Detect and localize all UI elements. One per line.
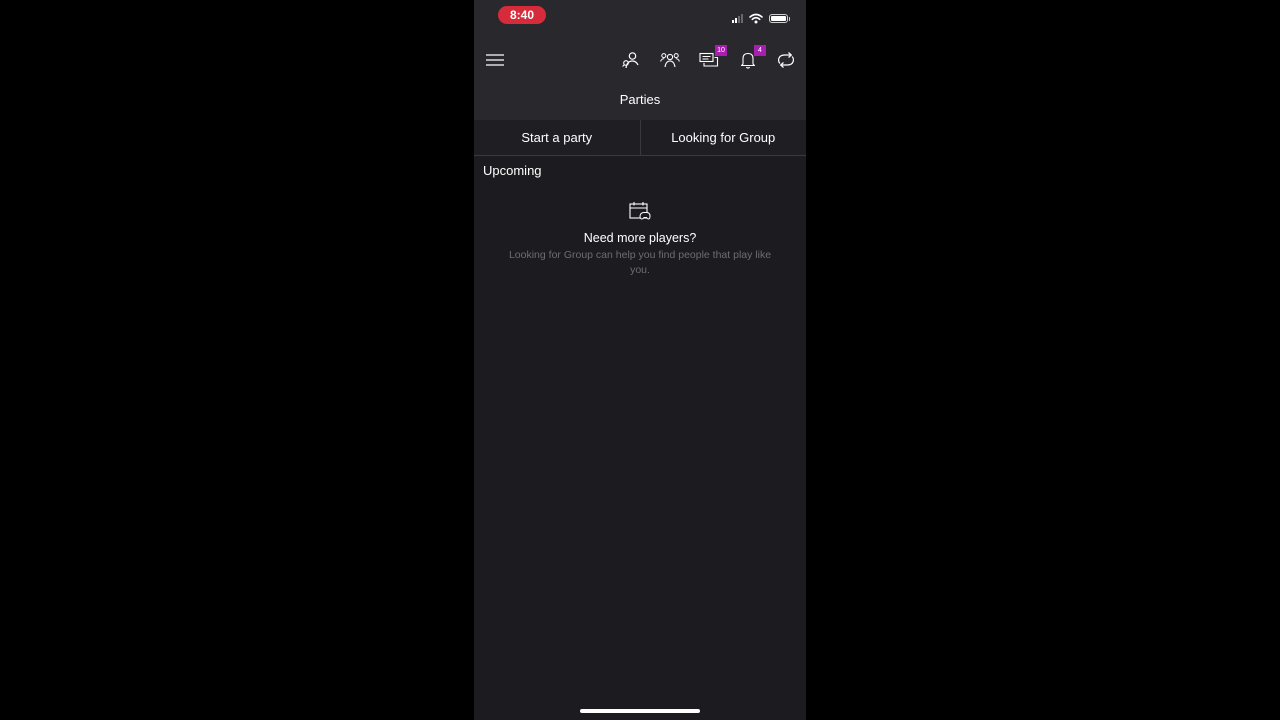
party-button[interactable] bbox=[658, 48, 682, 72]
home-indicator[interactable] bbox=[580, 709, 700, 713]
empty-state-description: Looking for Group can help you find peop… bbox=[508, 249, 772, 276]
hamburger-menu-button[interactable] bbox=[484, 49, 506, 71]
refresh-button[interactable] bbox=[774, 48, 798, 72]
tab-looking-for-group[interactable]: Looking for Group bbox=[639, 120, 806, 155]
app-header: 8:40 10 4 Parties bbox=[474, 0, 806, 120]
group-icon bbox=[660, 53, 680, 68]
battery-icon bbox=[769, 13, 790, 23]
calendar-controller-icon bbox=[629, 202, 651, 220]
status-icons bbox=[732, 11, 790, 25]
friends-button[interactable] bbox=[619, 48, 643, 72]
chat-badge: 10 bbox=[715, 45, 727, 56]
notifications-badge: 4 bbox=[754, 45, 766, 56]
tab-looking-for-group-label: Looking for Group bbox=[671, 130, 776, 145]
status-time: 8:40 bbox=[498, 6, 546, 24]
messages-button[interactable]: 10 bbox=[697, 45, 727, 72]
tab-start-a-party-label: Start a party bbox=[521, 130, 593, 145]
empty-state: Need more players? Looking for Group can… bbox=[474, 201, 806, 278]
empty-state-heading: Need more players? bbox=[583, 231, 697, 245]
hamburger-icon bbox=[486, 54, 504, 66]
wifi-icon bbox=[749, 13, 763, 23]
page-title: Parties bbox=[619, 92, 661, 107]
notifications-button[interactable]: 4 bbox=[736, 45, 766, 72]
person-search-icon bbox=[622, 52, 639, 69]
cellular-signal-icon bbox=[732, 13, 743, 23]
status-time-text: 8:40 bbox=[509, 8, 535, 22]
sync-icon bbox=[777, 52, 795, 68]
tab-start-a-party[interactable]: Start a party bbox=[474, 120, 640, 155]
phone-screen: 8:40 10 4 Parties Start a party Looking … bbox=[474, 0, 806, 720]
party-tabs: Start a party Looking for Group bbox=[474, 120, 806, 156]
upcoming-section-label: Upcoming bbox=[483, 163, 542, 178]
